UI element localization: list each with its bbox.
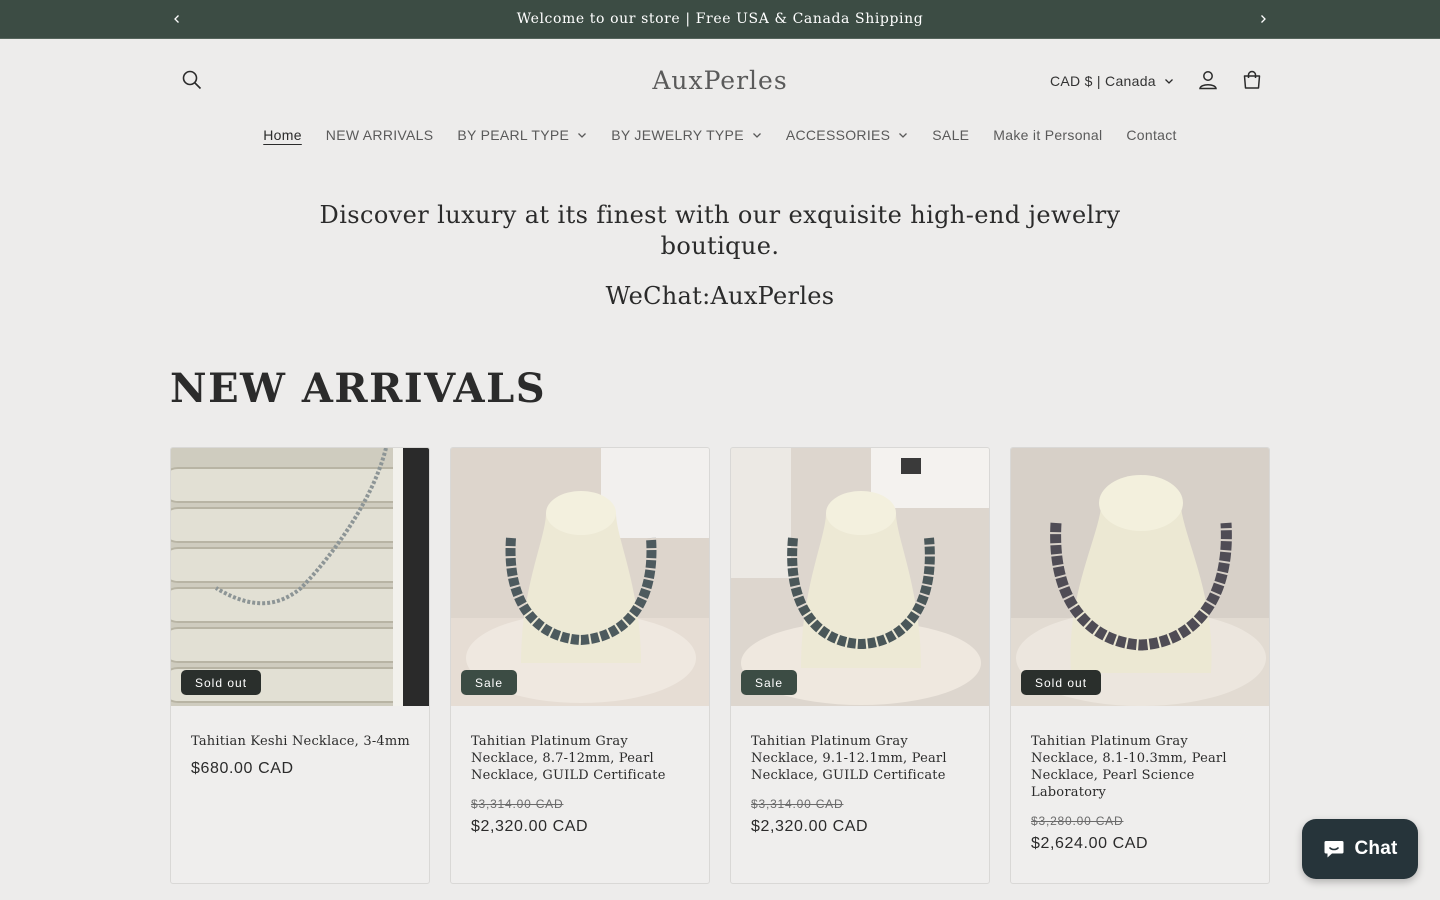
nav-item-label: BY JEWELRY TYPE bbox=[611, 127, 744, 143]
sale-badge: Sale bbox=[741, 670, 798, 695]
product-card[interactable]: Sold out Tahitian Platinum Gray Necklace… bbox=[1010, 447, 1270, 884]
product-price: $680.00 CAD bbox=[191, 760, 294, 777]
chevron-down-icon bbox=[899, 133, 908, 138]
nav-item-accessories[interactable]: ACCESSORIES bbox=[774, 127, 920, 143]
nav-item-sale[interactable]: SALE bbox=[920, 127, 981, 143]
hero-tagline-line1: Discover luxury at its finest with our e… bbox=[319, 201, 1121, 229]
sold-out-badge: Sold out bbox=[1021, 670, 1102, 695]
product-price-original: $3,314.00 CAD bbox=[471, 797, 564, 811]
main-nav: Home NEW ARRIVALS BY PEARL TYPE BY JEWEL… bbox=[0, 120, 1440, 150]
cart-icon[interactable] bbox=[1230, 58, 1274, 102]
product-image[interactable] bbox=[731, 448, 989, 706]
nav-item-label: BY PEARL TYPE bbox=[457, 127, 570, 143]
account-icon[interactable] bbox=[1186, 58, 1230, 102]
nav-item-label: Home bbox=[263, 127, 302, 143]
product-card[interactable]: Sold out Tahitian Keshi Necklace, 3-4mm … bbox=[170, 447, 430, 884]
currency-selector[interactable]: CAD $ | Canada bbox=[1050, 70, 1174, 92]
chevron-right-icon[interactable] bbox=[1254, 10, 1272, 28]
chevron-down-icon bbox=[1164, 79, 1173, 84]
chevron-down-icon bbox=[578, 133, 587, 138]
nav-item-label: ACCESSORIES bbox=[785, 127, 891, 143]
product-price-original: $3,314.00 CAD bbox=[751, 797, 844, 811]
section-title: NEW ARRIVALS bbox=[170, 365, 547, 412]
nav-item-label: NEW ARRIVALS bbox=[325, 127, 434, 143]
nav-item-label: Contact bbox=[1126, 127, 1177, 143]
chevron-down-icon bbox=[752, 133, 761, 138]
nav-item-home[interactable]: Home bbox=[251, 127, 314, 143]
product-title[interactable]: Tahitian Keshi Necklace, 3-4mm bbox=[191, 733, 416, 750]
hero-text: Discover luxury at its finest with our e… bbox=[300, 200, 1140, 310]
announcement-text[interactable]: Welcome to our store | Free USA & Canada… bbox=[517, 11, 924, 27]
product-price: $2,320.00 CAD bbox=[751, 818, 869, 835]
chevron-left-icon[interactable] bbox=[168, 10, 186, 28]
site-header: AuxPerles CAD $ | Canada bbox=[170, 58, 1270, 104]
nav-item-label: Make it Personal bbox=[993, 127, 1103, 143]
product-card[interactable]: Sale Tahitian Platinum Gray Necklace, 9.… bbox=[730, 447, 990, 884]
product-price: $2,624.00 CAD bbox=[1031, 835, 1149, 852]
chat-button[interactable]: Chat bbox=[1302, 819, 1418, 879]
nav-item-make-it-personal[interactable]: Make it Personal bbox=[981, 127, 1114, 143]
chat-bubble-icon bbox=[1324, 841, 1344, 858]
nav-item-by-pearl-type[interactable]: BY PEARL TYPE bbox=[445, 127, 599, 143]
nav-item-label: SALE bbox=[932, 127, 970, 143]
product-title[interactable]: Tahitian Platinum Gray Necklace, 9.1-12.… bbox=[751, 733, 976, 784]
chat-label: Chat bbox=[1354, 838, 1398, 859]
announcement-bar: Welcome to our store | Free USA & Canada… bbox=[0, 0, 1440, 39]
hero-wechat: WeChat:AuxPerles bbox=[605, 282, 835, 310]
product-title[interactable]: Tahitian Platinum Gray Necklace, 8.7-12m… bbox=[471, 733, 696, 784]
product-image[interactable] bbox=[451, 448, 709, 706]
nav-item-by-jewelry-type[interactable]: BY JEWELRY TYPE bbox=[599, 127, 774, 143]
product-price: $2,320.00 CAD bbox=[471, 818, 589, 835]
product-grid: Sold out Tahitian Keshi Necklace, 3-4mm … bbox=[170, 447, 1270, 884]
hero-tagline-line2: boutique. bbox=[660, 232, 780, 260]
product-title[interactable]: Tahitian Platinum Gray Necklace, 8.1-10.… bbox=[1031, 733, 1256, 801]
product-image[interactable] bbox=[171, 448, 429, 706]
nav-item-contact[interactable]: Contact bbox=[1114, 127, 1188, 143]
product-image[interactable] bbox=[1011, 448, 1269, 706]
sale-badge: Sale bbox=[461, 670, 518, 695]
nav-item-new-arrivals[interactable]: NEW ARRIVALS bbox=[314, 127, 446, 143]
currency-label: CAD $ | Canada bbox=[1050, 73, 1156, 89]
product-price-original: $3,280.00 CAD bbox=[1031, 814, 1124, 828]
sold-out-badge: Sold out bbox=[181, 670, 262, 695]
product-card[interactable]: Sale Tahitian Platinum Gray Necklace, 8.… bbox=[450, 447, 710, 884]
